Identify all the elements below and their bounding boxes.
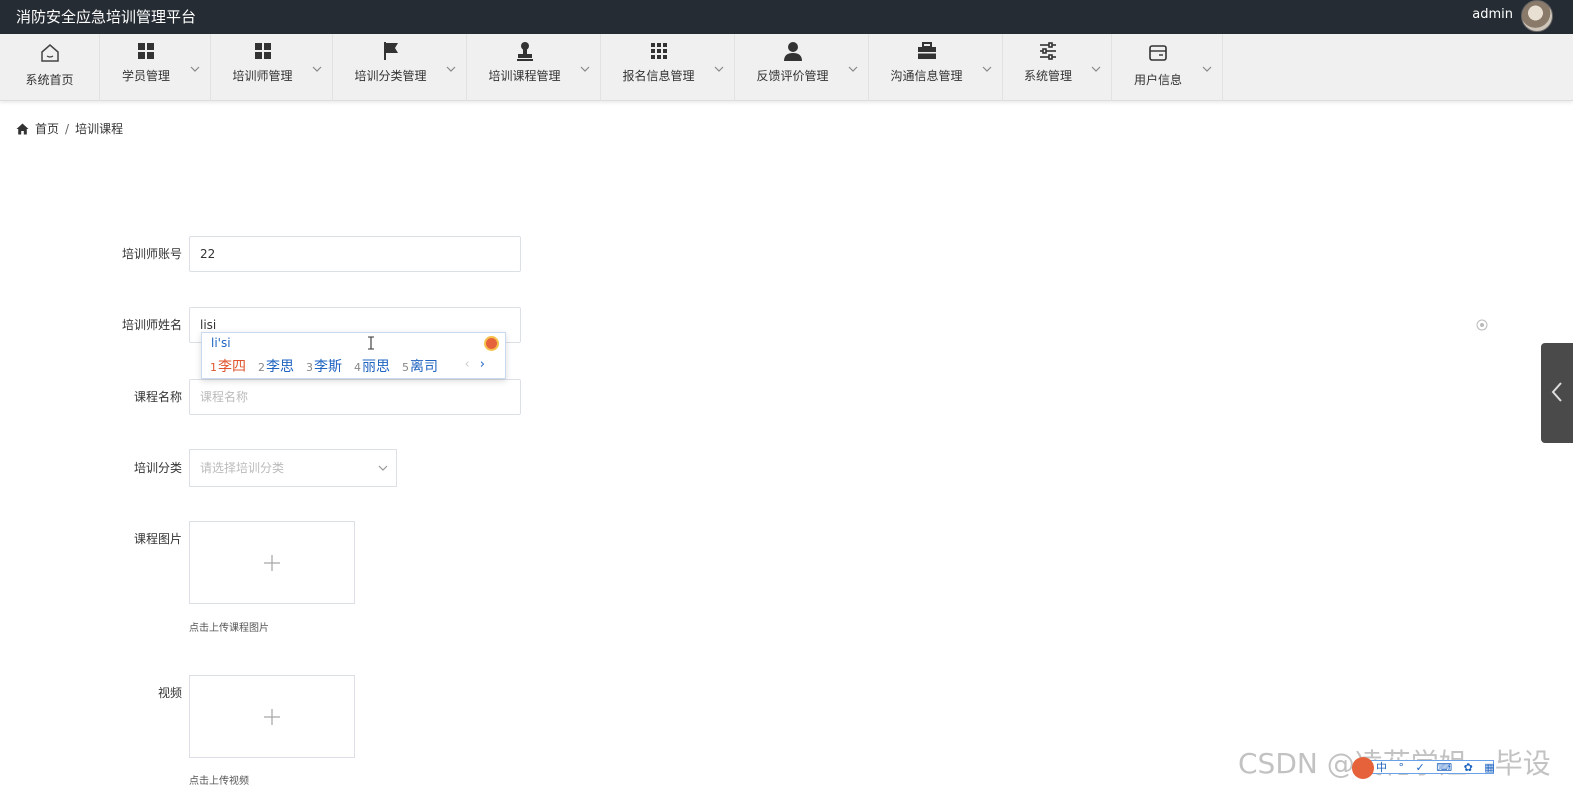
nav-item-courses[interactable]: 培训课程管理 — [467, 34, 601, 101]
ime-candidate-text: 丽思 — [362, 359, 390, 375]
course-image-hint: 点击上传课程图片 — [189, 623, 269, 634]
ime-candidate-text: 离司 — [410, 359, 438, 375]
home-icon[interactable] — [16, 123, 29, 135]
top-bar: 消防安全应急培训管理平台 admin — [0, 0, 1573, 34]
nav-item-trainers[interactable]: 培训师管理 — [211, 34, 333, 101]
chevron-down-icon — [190, 66, 200, 72]
user-icon — [783, 42, 802, 61]
ime-candidates: 1李四 2李思 3李斯 4丽思 5离司 — [210, 356, 438, 376]
category-label: 培训分类 — [133, 461, 182, 475]
chevron-left-icon — [1551, 382, 1562, 402]
ime-candidate-number: 4 — [354, 361, 361, 374]
nav-item-home[interactable]: 系统首页 — [0, 34, 100, 101]
chevron-down-icon — [848, 66, 858, 72]
nav-label-communication: 沟通信息管理 — [890, 69, 963, 83]
ime-toolbar-text: 中 ° ✓ ⌨ ✿ ▦ — [1376, 761, 1499, 774]
home-icon — [40, 44, 59, 62]
breadcrumb: 首页 / 培训课程 — [16, 120, 123, 137]
trainer-account-input[interactable] — [189, 236, 521, 272]
chevron-down-icon — [580, 66, 590, 72]
nav-label-students: 学员管理 — [121, 69, 170, 83]
ime-candidate-text: 李思 — [266, 359, 294, 375]
ime-toolbar[interactable]: 中 ° ✓ ⌨ ✿ ▦ — [1352, 755, 1496, 779]
side-panel-toggle[interactable] — [1541, 343, 1573, 443]
course-name-label: 课程名称 — [133, 390, 182, 404]
ime-logo-icon — [484, 336, 499, 351]
chevron-down-icon — [446, 66, 456, 72]
nav-item-registration[interactable]: 报名信息管理 — [601, 34, 735, 101]
course-image-label: 课程图片 — [133, 532, 182, 546]
nav-item-categories[interactable]: 培训分类管理 — [333, 34, 467, 101]
breadcrumb-home[interactable]: 首页 — [35, 120, 59, 137]
category-select[interactable]: 请选择培训分类 — [189, 449, 397, 487]
card-icon — [1149, 45, 1167, 61]
app-title: 消防安全应急培训管理平台 — [16, 8, 197, 26]
ime-candidate[interactable]: 5离司 — [402, 356, 438, 376]
ime-prev-page[interactable]: ‹ — [464, 357, 469, 372]
nav-item-user-info[interactable]: 用户信息 — [1112, 34, 1223, 101]
ime-toolbar-logo-icon — [1352, 757, 1374, 779]
nav-item-communication[interactable]: 沟通信息管理 — [869, 34, 1003, 101]
chevron-down-icon — [378, 465, 388, 471]
video-hint: 点击上传视频 — [189, 776, 249, 787]
nav-label-system: 系统管理 — [1023, 69, 1072, 83]
nav-label-registration: 报名信息管理 — [622, 69, 695, 83]
ime-candidate-number: 2 — [258, 361, 265, 374]
trainer-name-label: 培训师姓名 — [121, 318, 182, 332]
ime-candidate-number: 1 — [210, 361, 217, 374]
nav-item-system[interactable]: 系统管理 — [1003, 34, 1112, 101]
nav-label-courses: 培训课程管理 — [488, 69, 561, 83]
course-name-input[interactable] — [189, 379, 521, 415]
nav-label-user-info: 用户信息 — [1133, 73, 1182, 87]
nav-item-students[interactable]: 学员管理 — [100, 34, 211, 101]
chevron-down-icon — [982, 66, 992, 72]
ime-candidate-number: 3 — [306, 361, 313, 374]
ime-candidate-number: 5 — [402, 361, 409, 374]
nav-item-feedback[interactable]: 反馈评价管理 — [735, 34, 869, 101]
video-upload[interactable] — [189, 675, 355, 758]
category-placeholder: 请选择培训分类 — [200, 461, 285, 475]
ime-paging: ‹ › — [464, 357, 485, 372]
apps-icon — [650, 43, 667, 59]
nav-label-home: 系统首页 — [25, 73, 74, 87]
breadcrumb-separator: / — [65, 121, 70, 136]
text-cursor-icon — [368, 336, 374, 350]
sliders-icon — [1040, 42, 1056, 60]
ime-next-page[interactable]: › — [480, 357, 485, 372]
main-nav: 系统首页 学员管理 培训师管理 培训分类管理 培训课程管理 报名信息管理 反馈评… — [0, 34, 1573, 101]
plus-icon — [264, 554, 280, 571]
clear-icon[interactable] — [1476, 319, 1488, 331]
nav-label-categories: 培训分类管理 — [354, 69, 427, 83]
avatar[interactable] — [1521, 0, 1553, 32]
video-label: 视频 — [157, 686, 182, 700]
ime-candidate-popup: li'si 1李四 2李思 3李斯 4丽思 5离司 ‹ › — [201, 332, 506, 379]
nav-label-trainers: 培训师管理 — [232, 69, 293, 83]
chevron-down-icon — [1091, 66, 1101, 72]
nav-label-feedback: 反馈评价管理 — [756, 69, 829, 83]
trainer-account-label: 培训师账号 — [121, 247, 182, 261]
chevron-down-icon — [312, 66, 322, 72]
user-name[interactable]: admin — [1472, 7, 1513, 22]
flag-icon — [383, 42, 398, 60]
chevron-down-icon — [1202, 66, 1212, 72]
briefcase-icon — [917, 42, 936, 59]
ime-pinyin: li'si — [211, 336, 231, 350]
stamp-icon — [516, 42, 533, 61]
plus-icon — [264, 708, 280, 725]
grid-icon — [254, 43, 271, 59]
ime-candidate[interactable]: 4丽思 — [354, 356, 390, 376]
chevron-down-icon — [714, 66, 724, 72]
course-image-upload[interactable] — [189, 521, 355, 604]
breadcrumb-current: 培训课程 — [75, 122, 124, 136]
ime-candidate[interactable]: 2李思 — [258, 356, 294, 376]
ime-candidate[interactable]: 3李斯 — [306, 356, 342, 376]
ime-candidate-text: 李斯 — [314, 359, 342, 375]
ime-candidate-text: 李四 — [218, 359, 246, 375]
grid-icon — [138, 43, 154, 59]
ime-candidate[interactable]: 1李四 — [210, 356, 246, 376]
